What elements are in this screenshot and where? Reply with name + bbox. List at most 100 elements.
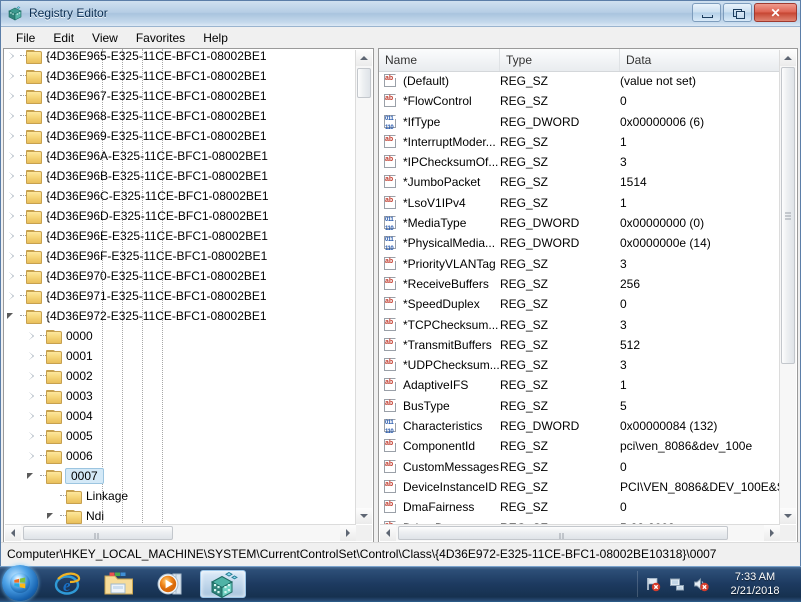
list-scroll-thumb[interactable] <box>781 67 795 364</box>
table-row[interactable]: abDmaFairnessREG_SZ0 <box>379 497 780 517</box>
tree-node[interactable]: {4D36E965-E325-11CE-BFC1-08002BE1 <box>4 49 356 66</box>
tree-horizontal-scrollbar[interactable] <box>5 524 356 541</box>
tree-node[interactable]: 0006 <box>4 446 356 466</box>
volume-muted-icon[interactable] <box>693 576 709 592</box>
registry-values-pane[interactable]: Name Type Data ab(Default)REG_SZ(value n… <box>378 48 798 543</box>
network-icon[interactable] <box>669 576 685 592</box>
table-row[interactable]: ab*PriorityVLANTagREG_SZ3 <box>379 254 780 274</box>
tree-hscroll-thumb[interactable] <box>23 526 173 540</box>
taskbar-item-windows-media-player[interactable] <box>148 570 194 598</box>
expand-arrow-icon[interactable] <box>4 166 20 186</box>
table-row[interactable]: ab*ReceiveBuffersREG_SZ256 <box>379 274 780 294</box>
collapse-arrow-icon[interactable] <box>24 466 40 486</box>
table-row[interactable]: ab(Default)REG_SZ(value not set) <box>379 71 780 91</box>
expand-arrow-icon[interactable] <box>4 86 20 106</box>
menu-help[interactable]: Help <box>194 29 237 47</box>
tree-scroll-left-button[interactable] <box>5 525 21 541</box>
list-horizontal-scrollbar[interactable] <box>380 524 780 541</box>
collapse-arrow-icon[interactable] <box>44 506 60 525</box>
expand-arrow-icon[interactable] <box>4 226 20 246</box>
menu-edit[interactable]: Edit <box>44 29 83 47</box>
table-row[interactable]: abAdaptiveIFSREG_SZ1 <box>379 375 780 395</box>
tree-scroll-right-button[interactable] <box>340 525 356 541</box>
tree-node[interactable]: 0000 <box>4 326 356 346</box>
tree-node[interactable]: {4D36E96D-E325-11CE-BFC1-08002BE1 <box>4 206 356 226</box>
tree-scroll-down-button[interactable] <box>356 508 372 524</box>
clock[interactable]: 7:33 AM 2/21/2018 <box>719 570 791 598</box>
table-row[interactable]: 011110*IfTypeREG_DWORD0x00000006 (6) <box>379 112 780 132</box>
maximize-button[interactable] <box>723 3 752 22</box>
tree-node[interactable]: Ndi <box>4 506 356 525</box>
table-row[interactable]: 011110*MediaTypeREG_DWORD0x00000000 (0) <box>379 213 780 233</box>
expand-arrow-icon[interactable] <box>24 426 40 446</box>
tree-node[interactable]: {4D36E972-E325-11CE-BFC1-08002BE1 <box>4 306 356 326</box>
taskbar-item-registry-editor[interactable] <box>200 570 246 598</box>
expand-arrow-icon[interactable] <box>4 266 20 286</box>
table-row[interactable]: 011110*PhysicalMedia...REG_DWORD0x000000… <box>379 233 780 253</box>
menu-view[interactable]: View <box>83 29 127 47</box>
expand-arrow-icon[interactable] <box>24 366 40 386</box>
tree-vertical-scrollbar[interactable] <box>355 50 372 524</box>
tree-node[interactable]: {4D36E970-E325-11CE-BFC1-08002BE1 <box>4 266 356 286</box>
tree-node[interactable]: 0005 <box>4 426 356 446</box>
tree-scroll-up-button[interactable] <box>356 50 372 66</box>
expand-arrow-icon[interactable] <box>24 446 40 466</box>
expand-arrow-icon[interactable] <box>4 66 20 86</box>
registry-tree-pane[interactable]: {4D36E965-E325-11CE-BFC1-08002BE1 {4D36E9… <box>3 48 374 543</box>
tree-node[interactable]: {4D36E96A-E325-11CE-BFC1-08002BE1 <box>4 146 356 166</box>
tree-node[interactable]: {4D36E96F-E325-11CE-BFC1-08002BE1 <box>4 246 356 266</box>
tree-node[interactable]: {4D36E967-E325-11CE-BFC1-08002BE1 <box>4 86 356 106</box>
table-row[interactable]: 011110CharacteristicsREG_DWORD0x00000084… <box>379 416 780 436</box>
tree-scroll-thumb[interactable] <box>357 68 371 98</box>
table-row[interactable]: ab*TransmitBuffersREG_SZ512 <box>379 335 780 355</box>
expand-arrow-icon[interactable] <box>4 49 20 66</box>
expand-arrow-icon[interactable] <box>24 386 40 406</box>
list-vertical-scrollbar[interactable] <box>779 50 796 524</box>
tree-node[interactable]: {4D36E96C-E325-11CE-BFC1-08002BE1 <box>4 186 356 206</box>
tree-node[interactable]: 0004 <box>4 406 356 426</box>
list-scroll-left-button[interactable] <box>380 525 396 541</box>
expand-arrow-icon[interactable] <box>4 146 20 166</box>
table-row[interactable]: abCustomMessagesREG_SZ0 <box>379 457 780 477</box>
list-hscroll-thumb[interactable] <box>398 526 728 540</box>
tree-node[interactable]: 0007 <box>4 466 356 486</box>
expand-arrow-icon[interactable] <box>4 286 20 306</box>
expand-arrow-icon[interactable] <box>4 106 20 126</box>
column-header-name[interactable]: Name <box>379 49 500 71</box>
column-header-type[interactable]: Type <box>500 49 620 71</box>
table-row[interactable]: ab*FlowControlREG_SZ0 <box>379 91 780 111</box>
table-row[interactable]: ab*SpeedDuplexREG_SZ0 <box>379 294 780 314</box>
expand-arrow-icon[interactable] <box>4 206 20 226</box>
minimize-button[interactable] <box>692 3 721 22</box>
tree-node[interactable]: 0001 <box>4 346 356 366</box>
tree-node[interactable]: Linkage <box>4 486 356 506</box>
tree-node[interactable]: 0002 <box>4 366 356 386</box>
menu-file[interactable]: File <box>7 29 44 47</box>
tree-node[interactable]: {4D36E969-E325-11CE-BFC1-08002BE1 <box>4 126 356 146</box>
tree-node[interactable]: {4D36E96E-E325-11CE-BFC1-08002BE1 <box>4 226 356 246</box>
network-flag-error-icon[interactable] <box>645 576 661 592</box>
taskbar-item-windows-explorer[interactable] <box>96 570 142 598</box>
expand-arrow-icon[interactable] <box>24 326 40 346</box>
tree-node[interactable]: {4D36E971-E325-11CE-BFC1-08002BE1 <box>4 286 356 306</box>
column-header-data[interactable]: Data <box>620 49 780 71</box>
table-row[interactable]: abDeviceInstanceIDREG_SZPCI\VEN_8086&DEV… <box>379 477 780 497</box>
menu-favorites[interactable]: Favorites <box>127 29 194 47</box>
table-row[interactable]: ab*IPChecksumOf...REG_SZ3 <box>379 152 780 172</box>
expand-arrow-icon[interactable] <box>4 246 20 266</box>
tree-node[interactable]: {4D36E96B-E325-11CE-BFC1-08002BE1 <box>4 166 356 186</box>
list-scroll-up-button[interactable] <box>780 50 796 66</box>
expand-arrow-icon[interactable] <box>4 126 20 146</box>
list-scroll-down-button[interactable] <box>780 508 796 524</box>
tree-node[interactable]: 0003 <box>4 386 356 406</box>
table-row[interactable]: ab*UDPChecksum...REG_SZ3 <box>379 355 780 375</box>
table-row[interactable]: ab*InterruptModer...REG_SZ1 <box>379 132 780 152</box>
start-orb[interactable] <box>2 565 38 601</box>
table-row[interactable]: ab*TCPChecksum...REG_SZ3 <box>379 315 780 335</box>
table-row[interactable]: abBusTypeREG_SZ5 <box>379 396 780 416</box>
tree-node[interactable]: {4D36E968-E325-11CE-BFC1-08002BE1 <box>4 106 356 126</box>
table-row[interactable]: abComponentIdREG_SZpci\ven_8086&dev_100e <box>379 436 780 456</box>
table-row[interactable]: ab*LsoV1IPv4REG_SZ1 <box>379 193 780 213</box>
list-scroll-right-button[interactable] <box>764 525 780 541</box>
expand-arrow-icon[interactable] <box>24 346 40 366</box>
